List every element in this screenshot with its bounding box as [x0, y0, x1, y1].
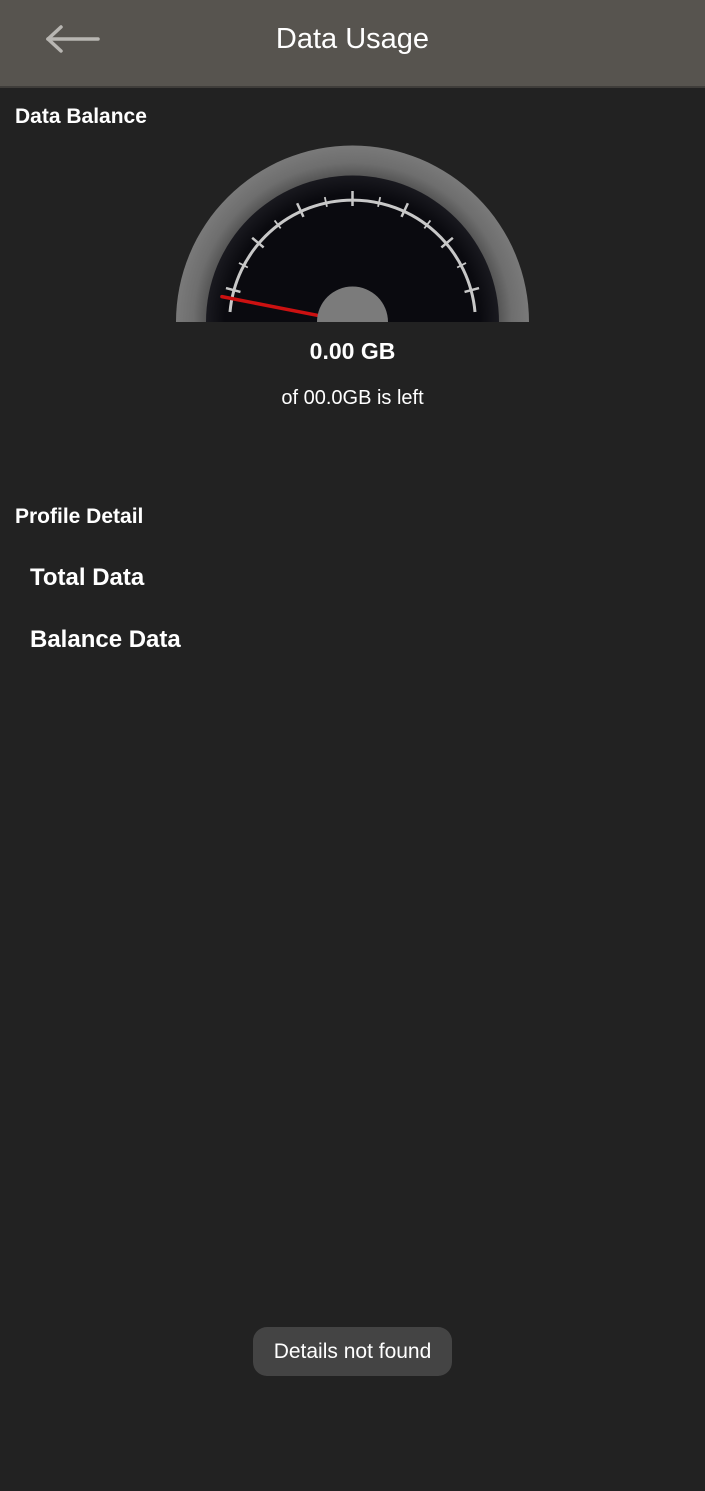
gauge-graphic: [176, 145, 529, 322]
app-bar: Data Usage: [0, 0, 705, 88]
toast-message: Details not found: [253, 1327, 452, 1376]
data-balance-label: Data Balance: [15, 105, 147, 128]
data-balance-gauge: [176, 145, 529, 322]
profile-detail-label: Profile Detail: [15, 505, 144, 528]
arrow-left-icon: [46, 25, 100, 53]
detail-row-balance-data: Balance Data: [30, 626, 181, 653]
back-button[interactable]: [30, 14, 114, 64]
toast-text: Details not found: [273, 1339, 432, 1363]
detail-row-total-data: Total Data: [30, 564, 145, 591]
gauge-subtitle: of 00.0GB is left: [281, 387, 424, 409]
gauge-value-label: 0.00 GB: [309, 338, 396, 364]
